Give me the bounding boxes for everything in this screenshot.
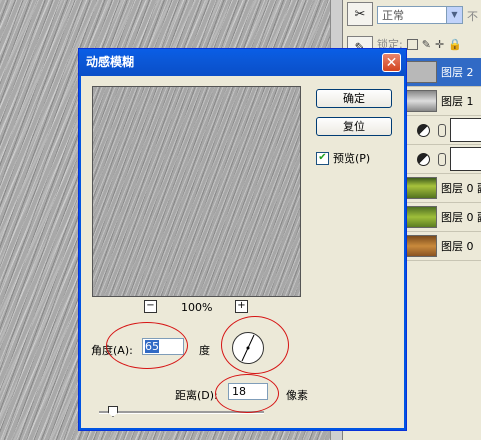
angle-value: 65 <box>145 340 159 353</box>
scissors-icon[interactable]: ✂ <box>347 2 373 26</box>
distance-slider-track[interactable] <box>99 411 264 414</box>
layer-name: 图层 0 <box>441 240 474 253</box>
ok-button[interactable]: 确定 <box>316 89 392 108</box>
lock-move-icon[interactable]: ✛ <box>435 38 444 51</box>
angle-input[interactable]: 65 <box>142 338 184 355</box>
distance-input[interactable]: 18 <box>228 383 268 400</box>
dialog-title: 动感模糊 <box>86 55 135 69</box>
distance-value: 18 <box>232 385 246 398</box>
distance-label: 距离(D): <box>175 389 218 402</box>
preview-checkbox[interactable]: ✔ <box>316 151 329 165</box>
layer-name: 图层 2 <box>441 66 474 79</box>
mask-thumbnail <box>450 118 481 142</box>
distance-slider-thumb[interactable] <box>108 406 118 417</box>
opacity-label-cut: 不 <box>467 10 478 23</box>
angle-dial[interactable] <box>232 332 264 364</box>
zoom-in-button[interactable]: + <box>235 300 248 313</box>
zoom-out-button[interactable]: − <box>144 300 157 313</box>
lock-transparency-icon[interactable] <box>406 38 418 50</box>
zoom-level: 100% <box>181 301 213 314</box>
preview-area[interactable] <box>92 86 301 297</box>
distance-unit: 像素 <box>286 389 308 402</box>
angle-dial-needle-icon <box>241 334 255 362</box>
layer-name: 图层 0 副 <box>441 211 481 224</box>
blend-mode-value: 正常 <box>382 9 404 22</box>
mask-thumbnail <box>450 147 481 171</box>
close-icon: ✕ <box>385 55 398 71</box>
close-button[interactable]: ✕ <box>382 53 401 72</box>
preview-checkbox-row[interactable]: ✔ 预览(P) <box>316 150 370 166</box>
reset-button[interactable]: 复位 <box>316 117 392 136</box>
layer-name: 图层 1 <box>441 95 474 108</box>
chain-link-icon[interactable] <box>438 152 446 166</box>
chevron-down-icon[interactable]: ▼ <box>446 7 462 23</box>
layer-name: 图层 0 副 <box>441 182 481 195</box>
dialog-titlebar[interactable]: 动感模糊 <box>79 49 406 76</box>
lock-paint-icon[interactable]: ✎ <box>422 38 431 51</box>
blend-mode-select[interactable]: 正常 ▼ <box>377 6 463 24</box>
adjustment-icon <box>417 123 430 137</box>
angle-unit: 度 <box>199 344 210 357</box>
chain-link-icon[interactable] <box>438 123 446 137</box>
motion-blur-dialog: 动感模糊 ✕ 确定 复位 ✔ 预览(P) − 100% + 角度(A): 65 … <box>78 48 407 431</box>
lock-all-icon[interactable]: 🔒 <box>448 38 462 51</box>
preview-checkbox-label[interactable]: 预览(P) <box>333 150 370 166</box>
adjustment-icon <box>417 152 430 166</box>
angle-label: 角度(A): <box>91 344 133 357</box>
